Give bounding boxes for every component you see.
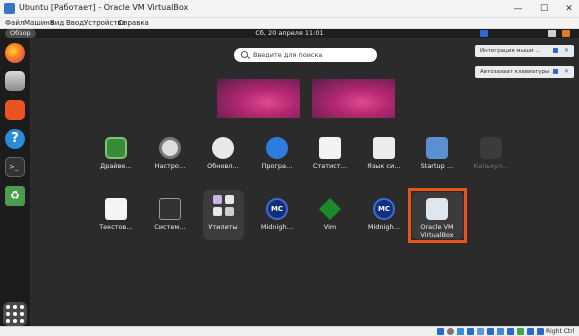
app-settings[interactable]: Настро…: [148, 134, 192, 180]
vm-screen[interactable]: Обзор Сб, 20 апреля 11:01 ? >_ ♻ Введите…: [0, 29, 579, 336]
software-icon: [266, 137, 288, 159]
app-label: Систем…: [154, 223, 186, 231]
virtualbox-app-icon: [4, 3, 15, 14]
audio-icon[interactable]: [457, 328, 464, 335]
app-midnight-commander-1[interactable]: MC Midnigh…: [255, 195, 299, 241]
info-button[interactable]: [553, 48, 558, 53]
close-button[interactable]: ✕: [556, 0, 579, 18]
app-center-icon[interactable]: [5, 100, 25, 120]
app-label: Язык си…: [367, 162, 401, 170]
search-icon: [241, 51, 248, 58]
window-titlebar: Ubuntu [Работает] - Oracle VM VirtualBox…: [0, 0, 579, 18]
network-icon[interactable]: [562, 30, 570, 37]
app-label: Калькул…: [473, 162, 509, 170]
app-label: Vim: [323, 223, 337, 231]
app-label: Програ…: [261, 162, 293, 170]
virtualbox-icon: [426, 198, 448, 220]
notification-mouse[interactable]: Интеграция мыши … ✕: [475, 45, 574, 57]
display-icon[interactable]: [497, 328, 504, 335]
menu-help[interactable]: Справка: [118, 18, 149, 29]
network-status-icon[interactable]: [467, 328, 474, 335]
notification-close-button[interactable]: ✕: [564, 68, 569, 76]
menu-bar: Файл Машина Вид Ввод Устройства Справка: [0, 18, 579, 29]
app-ghost[interactable]: Калькул…: [469, 134, 513, 180]
trash-icon[interactable]: ♻: [5, 186, 25, 206]
app-system-monitor[interactable]: Систем…: [148, 195, 192, 241]
firefox-icon[interactable]: [5, 43, 25, 63]
search-input[interactable]: Введите для поиска: [234, 48, 377, 62]
app-label: Midnigh…: [367, 223, 401, 231]
hdd-icon[interactable]: [437, 328, 444, 335]
app-label: Утилиты: [208, 223, 238, 231]
app-language[interactable]: Язык си…: [362, 134, 406, 180]
terminal-icon[interactable]: >_: [5, 157, 25, 177]
menu-view[interactable]: Вид: [50, 18, 64, 29]
workspace-thumbnail-1[interactable]: [217, 79, 300, 118]
app-label: Текстов…: [99, 223, 133, 231]
maximize-button[interactable]: ☐: [531, 0, 557, 18]
app-label: Startup …: [420, 162, 454, 170]
panel-icon[interactable]: [548, 30, 556, 37]
update-icon: [212, 137, 234, 159]
calculator-icon: [480, 137, 502, 159]
startup-icon: [426, 137, 448, 159]
dock: ? >_ ♻: [0, 38, 30, 336]
host-key-icon[interactable]: [537, 328, 544, 335]
mc-icon: MC: [373, 198, 395, 220]
chip-icon: [105, 137, 127, 159]
app-label: Midnigh…: [260, 223, 294, 231]
app-label: Настро…: [154, 162, 186, 170]
app-drivers[interactable]: Драйве…: [94, 134, 138, 180]
app-midnight-commander-2[interactable]: MC Midnigh…: [362, 195, 406, 241]
app-virtualbox[interactable]: Oracle VM VirtualBox: [415, 195, 459, 241]
notification-keyboard[interactable]: Автозахват клавиатуры … ✕: [475, 66, 574, 78]
usb-icon[interactable]: [477, 328, 484, 335]
info-button[interactable]: [553, 69, 558, 74]
mc-icon: MC: [266, 198, 288, 220]
gear-icon: [159, 137, 181, 159]
app-startup[interactable]: Startup …: [415, 134, 459, 180]
app-software[interactable]: Програ…: [255, 134, 299, 180]
vm-top-indicators: [474, 29, 579, 38]
app-label: Драйве…: [100, 162, 132, 170]
stats-icon: [319, 137, 341, 159]
vim-icon: [319, 198, 341, 220]
minimize-button[interactable]: —: [505, 0, 531, 18]
language-icon: [373, 137, 395, 159]
window-title: Ubuntu [Работает] - Oracle VM VirtualBox: [19, 3, 189, 12]
host-key-label: Right Ctrl: [546, 328, 575, 335]
app-statistics[interactable]: Статист…: [308, 134, 352, 180]
menu-file[interactable]: Файл: [5, 18, 24, 29]
app-updates[interactable]: Обновл…: [201, 134, 245, 180]
info-icon[interactable]: [480, 30, 488, 37]
notification-text: Интеграция мыши …: [480, 48, 541, 54]
app-text-editor[interactable]: Текстов…: [94, 195, 138, 241]
shared-folders-icon[interactable]: [487, 328, 494, 335]
app-label: Oracle VM VirtualBox: [420, 223, 454, 239]
notification-close-button[interactable]: ✕: [564, 47, 569, 55]
files-icon[interactable]: [5, 71, 25, 91]
optical-drive-icon[interactable]: [447, 328, 454, 335]
help-icon[interactable]: ?: [5, 129, 25, 149]
notification-text: Автозахват клавиатуры …: [480, 69, 557, 75]
app-vim[interactable]: Vim: [308, 195, 352, 241]
recording-icon[interactable]: [507, 328, 514, 335]
cpu-icon[interactable]: [517, 328, 524, 335]
workspace-thumbnail-2[interactable]: [312, 79, 395, 118]
text-editor-icon: [105, 198, 127, 220]
status-bar: Right Ctrl: [0, 326, 579, 336]
search-placeholder: Введите для поиска: [253, 51, 323, 59]
system-monitor-icon: [159, 198, 181, 220]
app-utilities[interactable]: Утилиты: [201, 195, 245, 241]
app-label: Обновл…: [207, 162, 239, 170]
app-label: Статист…: [312, 162, 348, 170]
menu-input[interactable]: Ввод: [66, 18, 84, 29]
show-apps-button[interactable]: [3, 302, 27, 326]
mouse-integration-icon[interactable]: [527, 328, 534, 335]
